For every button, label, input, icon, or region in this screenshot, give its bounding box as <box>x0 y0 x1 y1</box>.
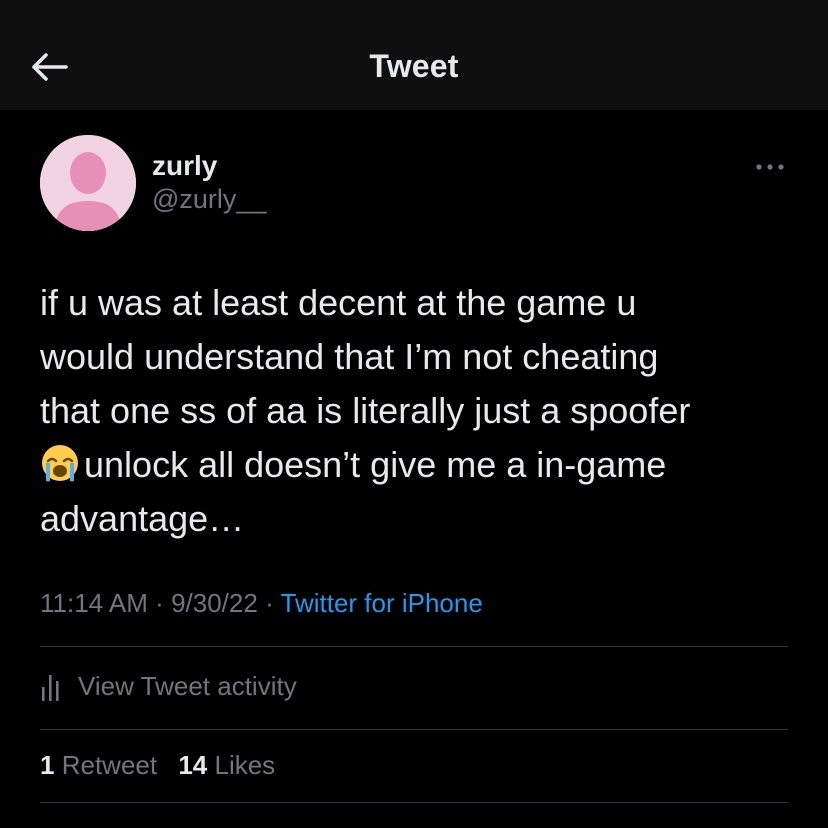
retweets-stat[interactable]: 1 Retweet <box>40 750 157 780</box>
more-horizontal-icon <box>756 164 784 170</box>
likes-stat[interactable]: 14 Likes <box>178 750 275 780</box>
bar-chart-icon <box>42 675 59 701</box>
more-options-button[interactable] <box>748 150 792 184</box>
meta-separator: · <box>265 588 274 618</box>
tweet-text-line: unlock all doesn’t give me a in-game <box>40 438 800 492</box>
page-title: Tweet <box>369 48 459 84</box>
retweets-count: 1 <box>40 750 55 780</box>
author-handle[interactable]: @zurly__ <box>152 184 266 215</box>
author-display-name[interactable]: zurly <box>152 150 217 182</box>
default-profile-avatar-icon <box>40 135 136 231</box>
divider <box>40 646 788 647</box>
tweet-date[interactable]: 9/30/22 <box>171 588 258 618</box>
top-navigation-bar: Tweet <box>0 0 828 110</box>
tweet-text: if u was at least decent at the game u w… <box>40 276 800 546</box>
likes-label: Likes <box>214 750 276 780</box>
tweet-metadata: 11:14 AM · 9/30/22 · Twitter for iPhone <box>40 588 483 619</box>
author-avatar[interactable] <box>40 135 136 231</box>
view-tweet-activity-label: View Tweet activity <box>78 670 297 701</box>
divider <box>40 729 788 730</box>
tweet-stats: 1 Retweet 14 Likes <box>40 750 289 781</box>
tweet-text-line: advantage… <box>40 498 245 539</box>
view-tweet-activity-button[interactable]: View Tweet activity <box>40 666 297 706</box>
tweet-time[interactable]: 11:14 AM <box>40 588 148 618</box>
tweet-text-line: that one ss of aa is literally just a sp… <box>40 390 691 431</box>
meta-separator: · <box>155 588 164 618</box>
tweet-text-line-segment: unlock all doesn’t give me a in-game <box>84 444 667 485</box>
likes-count: 14 <box>178 750 208 780</box>
loudly-crying-face-emoji <box>42 445 78 482</box>
retweets-label: Retweet <box>61 750 158 780</box>
divider <box>40 802 788 803</box>
tweet-text-line: would understand that I’m not cheating <box>40 336 659 377</box>
tweet-text-line: if u was at least decent at the game u <box>40 282 637 323</box>
tweet-source-link[interactable]: Twitter for iPhone <box>281 588 483 618</box>
